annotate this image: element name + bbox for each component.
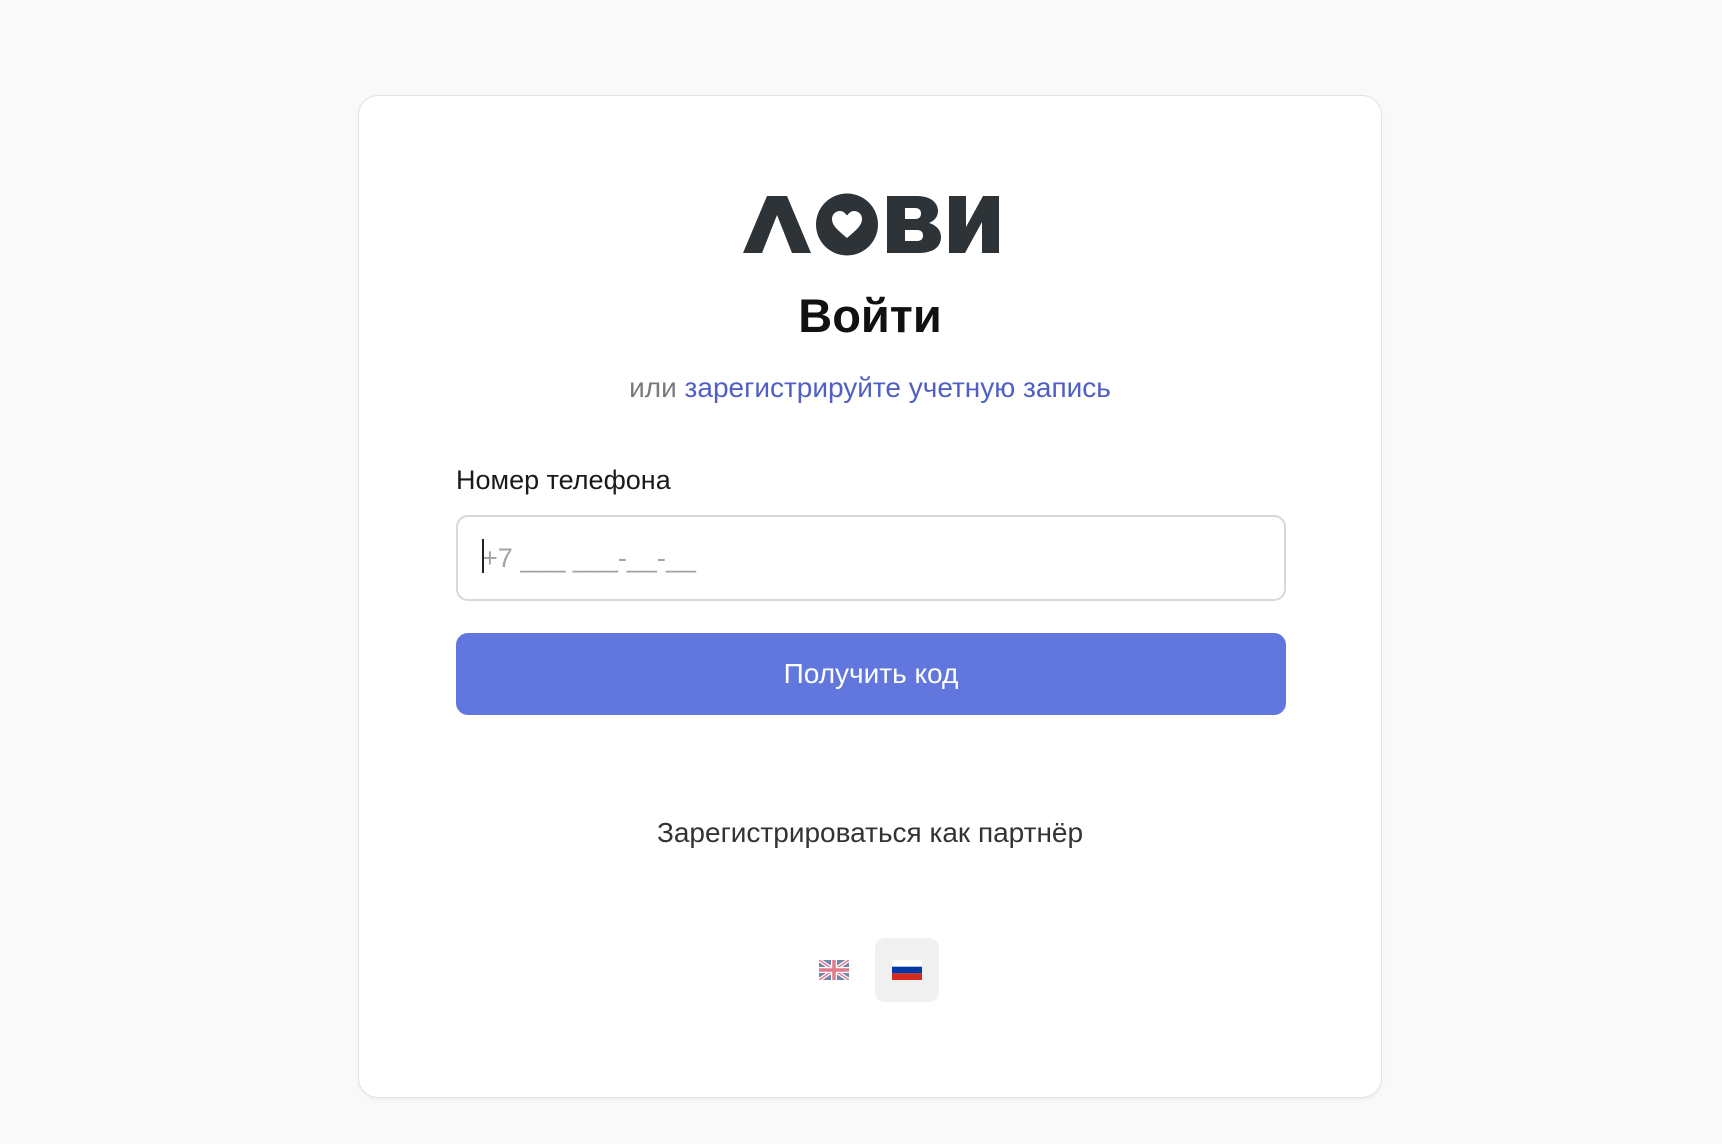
register-prompt: или зарегистрируйте учетную запись — [359, 371, 1381, 405]
uk-flag-icon — [819, 960, 849, 980]
language-en-button[interactable] — [802, 938, 866, 1002]
page-title: Войти — [798, 289, 942, 342]
phone-label: Номер телефона — [456, 465, 671, 495]
subtitle-prefix: или — [629, 372, 677, 403]
language-ru-button[interactable] — [875, 938, 939, 1002]
text-caret — [482, 539, 484, 573]
russia-flag-icon — [892, 960, 922, 980]
login-card: Войти или зарегистрируйте учетную запись… — [358, 95, 1382, 1098]
register-partner-link[interactable]: Зарегистрироваться как партнёр — [359, 816, 1381, 850]
get-code-button[interactable]: Получить код — [456, 633, 1286, 715]
brand-logo — [743, 193, 999, 256]
register-account-link[interactable]: зарегистрируйте учетную запись — [685, 372, 1111, 403]
phone-input[interactable] — [456, 515, 1286, 601]
